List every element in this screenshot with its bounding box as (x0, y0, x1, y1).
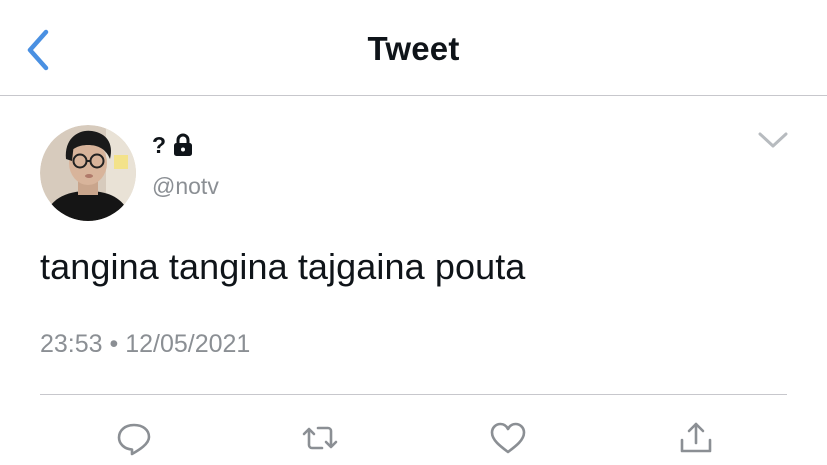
share-icon (680, 422, 712, 453)
avatar-image (40, 125, 136, 221)
reply-button[interactable] (114, 418, 154, 458)
divider (40, 394, 787, 395)
header-bar: Tweet (0, 0, 827, 96)
tweet-text: tangina tangina tajgaina pouta (40, 246, 526, 287)
like-button[interactable] (488, 418, 528, 458)
tweet-timestamp: 23:53 • 12/05/2021 (40, 330, 251, 358)
retweet-icon (302, 426, 338, 450)
lock-icon (172, 133, 194, 157)
avatar[interactable] (40, 125, 136, 221)
user-handle[interactable]: @notv (152, 173, 219, 200)
chevron-down-icon (758, 132, 788, 148)
tweet-detail-screen: Tweet ? @notv tangina tangina tajgaina p… (0, 0, 827, 465)
share-button[interactable] (676, 418, 716, 458)
page-title: Tweet (367, 30, 460, 67)
heart-icon (490, 422, 526, 454)
retweet-button[interactable] (300, 418, 340, 458)
more-options-button[interactable] (756, 128, 790, 152)
display-name: ? (152, 131, 167, 158)
display-name-row[interactable]: ? (152, 130, 194, 160)
reply-icon (117, 423, 151, 456)
